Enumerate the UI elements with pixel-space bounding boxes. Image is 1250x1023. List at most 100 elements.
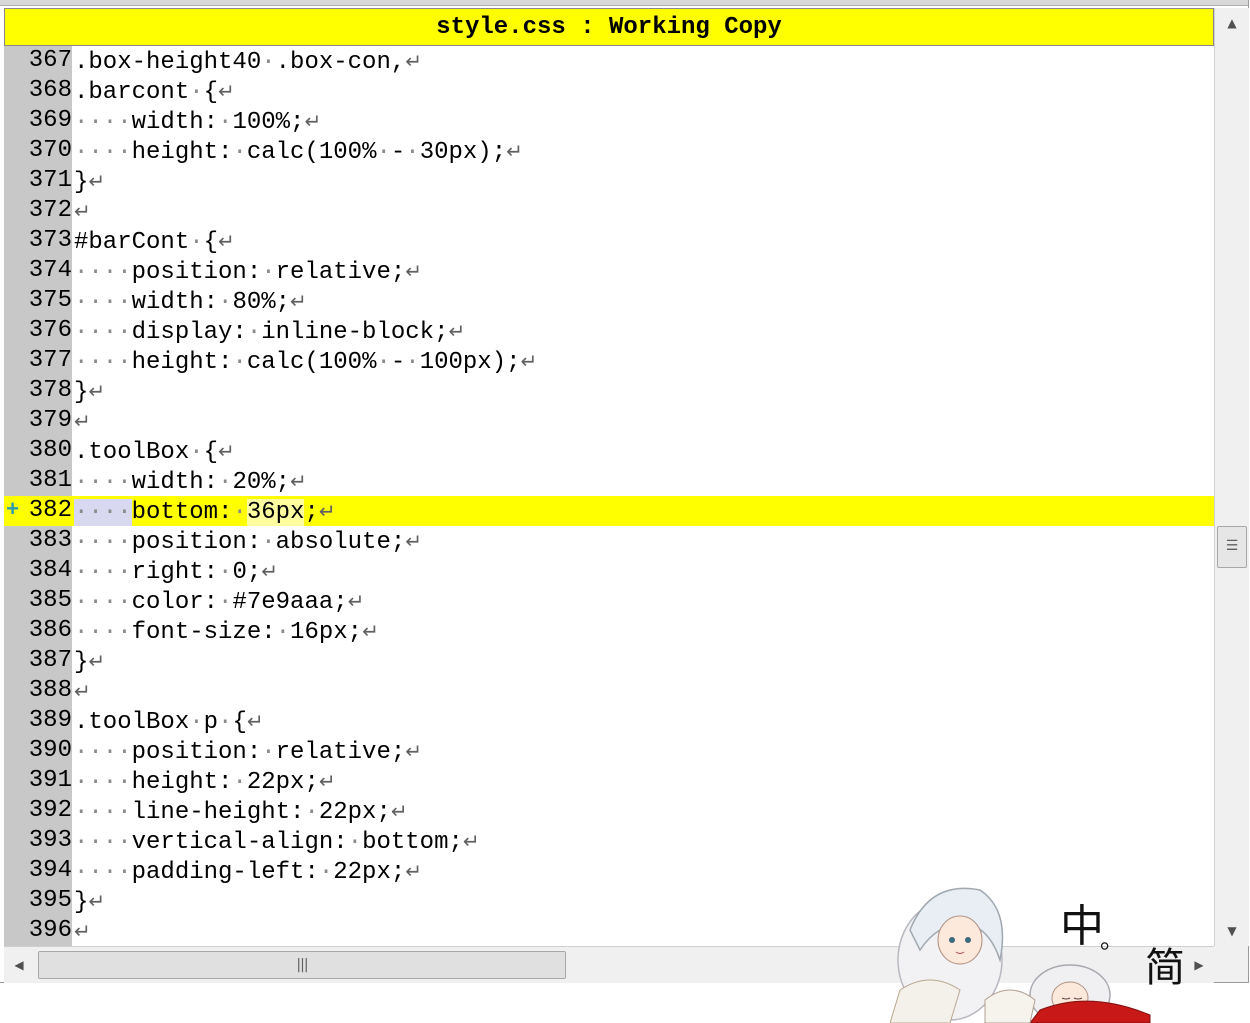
code-line[interactable]: 388 ↵	[4, 676, 1214, 706]
line-number: 368	[28, 77, 72, 104]
code-line[interactable]: 369 ····width:·100%;↵	[4, 106, 1214, 136]
line-number: 382	[28, 497, 72, 524]
scroll-up-arrow-icon[interactable]: ▲	[1215, 8, 1249, 38]
selected-word: 36px	[246, 499, 305, 526]
line-end-icon: ↵	[218, 79, 235, 103]
line-code: ····vertical-align:·bottom;↵	[74, 829, 480, 856]
indent-whitespace: ····	[74, 259, 132, 286]
line-code: }↵	[74, 169, 106, 196]
line-end-icon: ↵	[362, 619, 379, 643]
line-code: ····position:·absolute;↵	[74, 529, 423, 556]
line-number: 386	[28, 617, 72, 644]
line-number: 387	[28, 647, 72, 674]
code-line[interactable]: 374 ····position:·relative;↵	[4, 256, 1214, 286]
code-line[interactable]: 377 ····height:·calc(100%·-·100px);↵	[4, 346, 1214, 376]
line-number: 391	[28, 767, 72, 794]
line-number: 373	[28, 227, 72, 254]
code-line[interactable]: 386 ····font-size:·16px;↵	[4, 616, 1214, 646]
line-code: ····position:·relative;↵	[74, 259, 423, 286]
line-end-icon: ↵	[347, 589, 365, 613]
line-end-icon: ↵	[74, 409, 91, 433]
line-code: .toolBox·{↵	[74, 439, 235, 466]
code-line[interactable]: 379 ↵	[4, 406, 1214, 436]
code-line[interactable]: 383 ····position:·absolute;↵	[4, 526, 1214, 556]
code-line[interactable]: 378}↵	[4, 376, 1214, 406]
code-line-current[interactable]: +382 ····bottom:·36px;↵	[4, 496, 1214, 526]
code-line[interactable]: 381 ····width:·20%;↵	[4, 466, 1214, 496]
document-title: style.css : Working Copy	[436, 13, 782, 41]
line-code: .barcont·{↵	[74, 79, 235, 106]
line-end-icon: ↵	[405, 529, 423, 553]
line-number: 377	[28, 347, 72, 374]
line-end-icon: ↵	[405, 859, 423, 883]
code-editor[interactable]: 367 .box-height40·.box-con,↵ 368 .barcont·{…	[4, 46, 1214, 946]
line-number: 384	[28, 557, 72, 584]
indent-whitespace: ····	[74, 529, 132, 556]
line-number: 367	[28, 47, 72, 74]
indent-whitespace: ····	[74, 559, 132, 586]
line-code: ↵	[74, 916, 91, 946]
code-line[interactable]: 380 .toolBox·{↵	[4, 436, 1214, 466]
line-code: ····display:·inline-block;↵	[74, 319, 466, 346]
line-end-icon: ↵	[246, 709, 264, 733]
line-code: .box-height40·.box-con,↵	[74, 49, 423, 76]
code-line[interactable]: 368 .barcont·{↵	[4, 76, 1214, 106]
code-line[interactable]: 387}↵	[4, 646, 1214, 676]
code-line[interactable]: 392 ····line-height:·22px;↵	[4, 796, 1214, 826]
line-number: 390	[28, 737, 72, 764]
line-number: 374	[28, 257, 72, 284]
line-number: 379	[28, 407, 72, 434]
code-line[interactable]: 371}↵	[4, 166, 1214, 196]
line-code: ····height:·22px;↵	[74, 769, 336, 796]
code-line[interactable]: 372 ↵	[4, 196, 1214, 226]
line-number: 372	[28, 197, 72, 224]
code-line[interactable]: 393 ····vertical-align:·bottom;↵	[4, 826, 1214, 856]
line-end-icon: ↵	[520, 349, 538, 373]
indent-whitespace: ····	[74, 139, 132, 166]
line-code: ····height:·calc(100%·-·100px);↵	[74, 349, 538, 376]
code-line[interactable]: 376 ····display:·inline-block;↵	[4, 316, 1214, 346]
code-line[interactable]: 367 .box-height40·.box-con,↵	[4, 46, 1214, 76]
line-end-icon: ↵	[88, 649, 106, 673]
indent-whitespace: ····	[74, 589, 132, 616]
line-code: }↵	[74, 649, 106, 676]
line-code: ····position:·relative;↵	[74, 739, 423, 766]
line-end-icon: ↵	[405, 49, 423, 73]
indent-whitespace: ····	[74, 859, 132, 886]
code-line[interactable]: 375 ····width:·80%;↵	[4, 286, 1214, 316]
line-code: ↵	[74, 406, 91, 436]
code-line[interactable]: 390 ····position:·relative;↵	[4, 736, 1214, 766]
code-line[interactable]: 384 ····right:·0;↵	[4, 556, 1214, 586]
line-code: ····width:·20%;↵	[74, 469, 307, 496]
indent-whitespace: ····	[74, 799, 132, 826]
wallpaper-char-dot: 。	[1100, 926, 1124, 954]
line-number: 393	[28, 827, 72, 854]
line-code: #barCont·{↵	[74, 229, 235, 256]
line-number: 389	[28, 707, 72, 734]
line-number: 380	[28, 437, 72, 464]
line-code: ····width:·80%;↵	[74, 289, 307, 316]
code-line[interactable]: 391 ····height:·22px;↵	[4, 766, 1214, 796]
indent-whitespace: ····	[74, 109, 132, 136]
code-line[interactable]: 370 ····height:·calc(100%·-·30px);↵	[4, 136, 1214, 166]
line-number: 388	[28, 677, 72, 704]
line-code: ····height:·calc(100%·-·30px);↵	[74, 139, 523, 166]
horizontal-scroll-thumb[interactable]: |||	[38, 951, 566, 979]
line-number: 375	[28, 287, 72, 314]
code-line[interactable]: 385 ····color:·#7e9aaa;↵	[4, 586, 1214, 616]
indent-whitespace: ····	[74, 499, 132, 526]
indent-whitespace: ····	[74, 829, 132, 856]
line-end-icon: ↵	[74, 919, 91, 943]
vertical-scrollbar[interactable]: ▲ ☰ ▼	[1214, 8, 1249, 946]
line-end-icon: ↵	[318, 769, 336, 793]
scroll-left-arrow-icon[interactable]: ◀	[4, 947, 34, 983]
line-end-icon: ↵	[261, 559, 279, 583]
code-line[interactable]: 389 .toolBox·p·{↵	[4, 706, 1214, 736]
code-line[interactable]: 373 #barCont·{↵	[4, 226, 1214, 256]
line-code: .toolBox·p·{↵	[74, 709, 264, 736]
vertical-scroll-thumb[interactable]: ☰	[1217, 526, 1247, 568]
line-end-icon: ↵	[462, 829, 480, 853]
indent-whitespace: ····	[74, 619, 132, 646]
line-code: ····padding-left:·22px;↵	[74, 859, 423, 886]
document-title-bar: style.css : Working Copy	[4, 8, 1214, 46]
